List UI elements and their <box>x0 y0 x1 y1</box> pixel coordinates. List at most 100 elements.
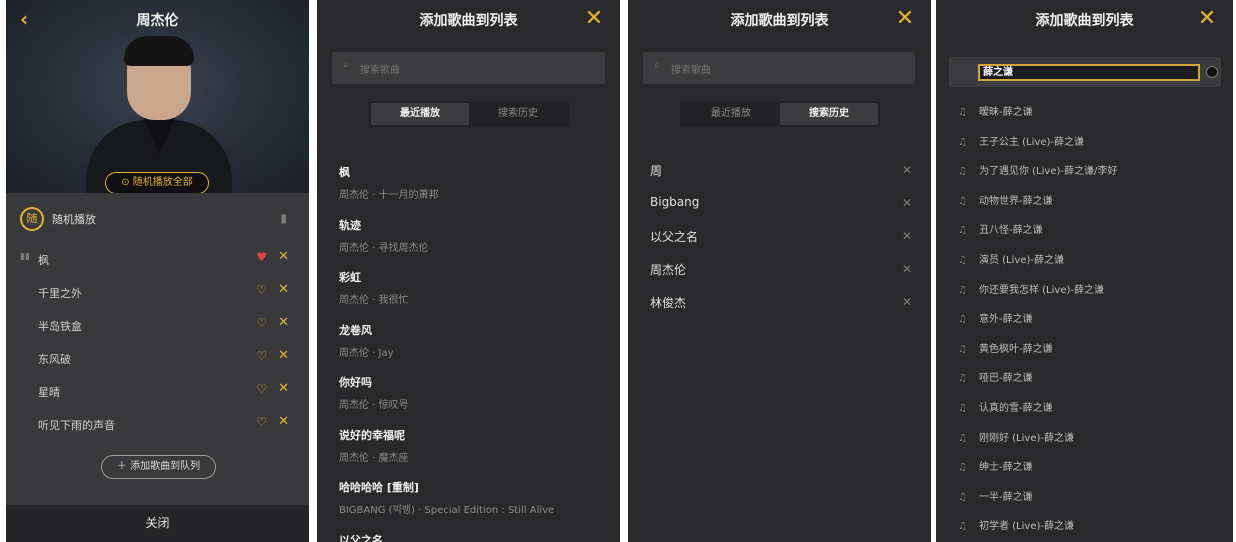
remove-icon[interactable]: ✕ <box>278 348 289 363</box>
suggestion-item[interactable]: ♫ 暧昧-薛之谦 <box>958 103 1213 123</box>
tab-history[interactable]: 搜索历史 <box>780 103 878 125</box>
dialog-title: 添加歌曲到列表 <box>419 13 518 29</box>
heart-icon[interactable]: ♡ <box>256 349 267 363</box>
history-item[interactable]: 周 ✕ <box>650 162 912 182</box>
recent-song-item[interactable]: 枫周杰伦 · 十一月的萧邦 <box>339 164 599 201</box>
play-mode[interactable]: 随 随机播放 <box>20 206 96 232</box>
player-panel: ⊙ 随机播放全部 ‹ 周杰伦 随 随机播放 ▮ ＋ 添加歌曲到队列 关闭 ▮▮ 枫… <box>6 0 309 542</box>
random-play-all-button[interactable]: ⊙ 随机播放全部 <box>105 172 209 193</box>
delete-icon[interactable]: ✕ <box>902 196 912 210</box>
delete-icon[interactable]: ✕ <box>902 163 912 177</box>
queue-row[interactable]: ▮▮ 枫 ♥ ✕ <box>6 243 309 275</box>
dialog-title: 添加歌曲到列表 <box>730 13 829 29</box>
remove-icon[interactable]: ✕ <box>278 315 289 330</box>
recent-song-item[interactable]: 哈哈哈哈 [重制] BIGBANG (빅뱅) · Special Edition … <box>339 479 599 516</box>
remove-icon[interactable]: ✕ <box>278 414 289 429</box>
queue-song-name: 枫 <box>38 254 49 267</box>
song-subtitle: 周杰伦 · 惊叹号 <box>339 400 409 411</box>
close-button[interactable]: 关闭 <box>6 505 309 542</box>
suggestion-text: 丑八怪-薛之谦 <box>978 225 1043 237</box>
music-note-icon: ♫ <box>958 343 967 355</box>
recent-song-item[interactable]: 你好吗周杰伦 · 惊叹号 <box>339 374 599 411</box>
suggestion-item[interactable]: ♫ 一半-薛之谦 <box>958 488 1213 508</box>
music-note-icon: ♫ <box>958 314 967 326</box>
suggestion-item[interactable]: ♫ 刚刚好 (Live)-薛之谦 <box>958 429 1213 449</box>
recent-song-item[interactable]: 说好的幸福呢 周杰伦 · 魔杰座 <box>339 427 599 464</box>
heart-icon[interactable]: ♡ <box>256 415 267 429</box>
song-subtitle: 周杰伦 · Jay <box>339 347 394 359</box>
history-item[interactable]: 以父之名 ✕ <box>650 228 912 248</box>
clear-icon[interactable] <box>1206 66 1218 78</box>
now-playing-icon: ▮▮ <box>20 252 30 262</box>
queue-song-name: 半岛铁盒 <box>38 320 82 333</box>
search-input[interactable]: ⌕ 搜索歌曲 <box>332 52 605 84</box>
tab-history[interactable]: 搜索历史 <box>469 103 567 125</box>
suggestion-item[interactable]: ♫ 黄色枫叶-薛之谦 <box>958 340 1213 360</box>
close-icon[interactable]: ✕ <box>895 8 915 30</box>
suggestion-item[interactable]: ♫ 意外-薛之谦 <box>958 310 1213 330</box>
queue-row[interactable]: 千里之外 ♡ ✕ <box>6 276 309 308</box>
remove-icon[interactable]: ✕ <box>278 381 289 396</box>
close-icon[interactable]: ✕ <box>584 8 604 30</box>
tab-recent[interactable]: 最近播放 <box>371 103 469 125</box>
queue-song-name: 听见下雨的声音 <box>38 419 115 432</box>
history-item[interactable]: 周杰伦 ✕ <box>650 261 912 281</box>
history-term: Bigbang <box>650 195 700 209</box>
song-title: 轨迹 <box>339 218 361 232</box>
trash-icon[interactable]: ▮ <box>280 211 287 225</box>
suggestion-item[interactable]: ♫ 丑八怪-薛之谦 <box>958 221 1213 241</box>
suggestion-item[interactable]: ♫ 绅士-薛之谦 <box>958 458 1213 478</box>
suggestion-item[interactable]: ♫ 哑巴-薛之谦 <box>958 369 1213 389</box>
recent-song-item[interactable]: 龙卷风 周杰伦 · Jay <box>339 322 599 359</box>
search-input[interactable]: ⌕ 搜索歌曲 <box>643 52 915 84</box>
song-title: 彩虹 <box>339 271 361 284</box>
suggestion-item[interactable]: ♫ 认真的雪-薛之谦 <box>958 399 1213 419</box>
queue-row[interactable]: 东风破 ♡ ✕ <box>6 342 309 374</box>
search-input[interactable]: 薛之谦 <box>978 64 1200 81</box>
remove-icon[interactable]: ✕ <box>278 282 289 297</box>
divider <box>310 0 316 542</box>
heart-icon[interactable]: ♡ <box>256 316 267 330</box>
suggestion-item[interactable]: ♫ 你还要我怎样 (Live)-薛之谦 <box>958 281 1213 301</box>
song-title: 枫 <box>339 166 350 179</box>
suggestion-item[interactable]: ♫ 初学者 (Live)-薛之谦 <box>958 517 1213 537</box>
remove-icon[interactable]: ✕ <box>278 249 289 264</box>
suggestion-text: 绅士-薛之谦 <box>978 462 1033 474</box>
song-subtitle: BIGBANG (빅뱅) · Special Edition : Still A… <box>339 505 555 516</box>
delete-icon[interactable]: ✕ <box>902 262 912 276</box>
close-icon[interactable]: ✕ <box>1197 8 1217 30</box>
add-song-panel-recent: 添加歌曲到列表 ✕ ⌕ 搜索歌曲 最近播放 搜索历史 枫周杰伦 · 十一月的萧邦… <box>317 0 620 542</box>
music-note-icon: ♫ <box>958 373 967 385</box>
suggestion-item[interactable]: ♫ 王子公主 (Live)-薛之谦 <box>958 133 1213 153</box>
tab-recent[interactable]: 最近播放 <box>682 103 780 125</box>
recent-song-item[interactable]: 轨迹 周杰伦 · 寻找周杰伦 <box>339 217 599 254</box>
add-song-panel-search: 添加歌曲到列表 ✕ 薛之谦 ♫ 暧昧-薛之谦 ♫ 王子公主 (Live)-薛之谦 ♫ 为了… <box>936 0 1233 542</box>
music-note-icon: ♫ <box>958 491 967 503</box>
song-title: 你好吗 <box>339 376 372 389</box>
suggestion-text: 为了遇见你 (Live)-薛之谦/李好 <box>978 166 1118 178</box>
tab-bar: 最近播放 搜索历史 <box>369 101 569 127</box>
search-icon: ⌕ <box>343 60 349 71</box>
heart-icon[interactable]: ♡ <box>256 283 267 297</box>
suggestion-item[interactable]: ♫ 动物世界-薛之谦 <box>958 192 1213 212</box>
queue-song-name: 千里之外 <box>38 287 82 300</box>
search-icon: ⌕ <box>654 60 660 71</box>
suggestion-item[interactable]: ♫ 为了遇见你 (Live)-薛之谦/李好 <box>958 162 1213 182</box>
suggestion-text: 动物世界-薛之谦 <box>978 195 1053 207</box>
add-to-queue-button[interactable]: ＋ 添加歌曲到队列 <box>101 455 216 479</box>
delete-icon[interactable]: ✕ <box>902 229 912 243</box>
queue-row[interactable]: 半岛铁盒 ♡ ✕ <box>6 309 309 341</box>
suggestion-text: 认真的雪-薛之谦 <box>978 403 1053 414</box>
queue-row[interactable]: 星晴 ♡ ✕ <box>6 375 309 407</box>
history-term: 林俊杰 <box>650 296 687 310</box>
recent-song-item[interactable]: 以父之名 <box>339 532 599 542</box>
queue-row[interactable]: 听见下雨的声音 ♡ ✕ <box>6 408 309 440</box>
history-item[interactable]: Bigbang ✕ <box>650 195 912 215</box>
suggestion-item[interactable]: ♫ 演员 (Live)-薛之谦 <box>958 251 1213 271</box>
queue-song-name: 东风破 <box>38 353 71 366</box>
history-item[interactable]: 林俊杰 ✕ <box>650 294 912 314</box>
recent-song-item[interactable]: 彩虹 周杰伦 · 我很忙 <box>339 269 599 306</box>
delete-icon[interactable]: ✕ <box>902 295 912 309</box>
heart-icon[interactable]: ♡ <box>256 382 267 396</box>
heart-icon[interactable]: ♥ <box>256 250 267 264</box>
